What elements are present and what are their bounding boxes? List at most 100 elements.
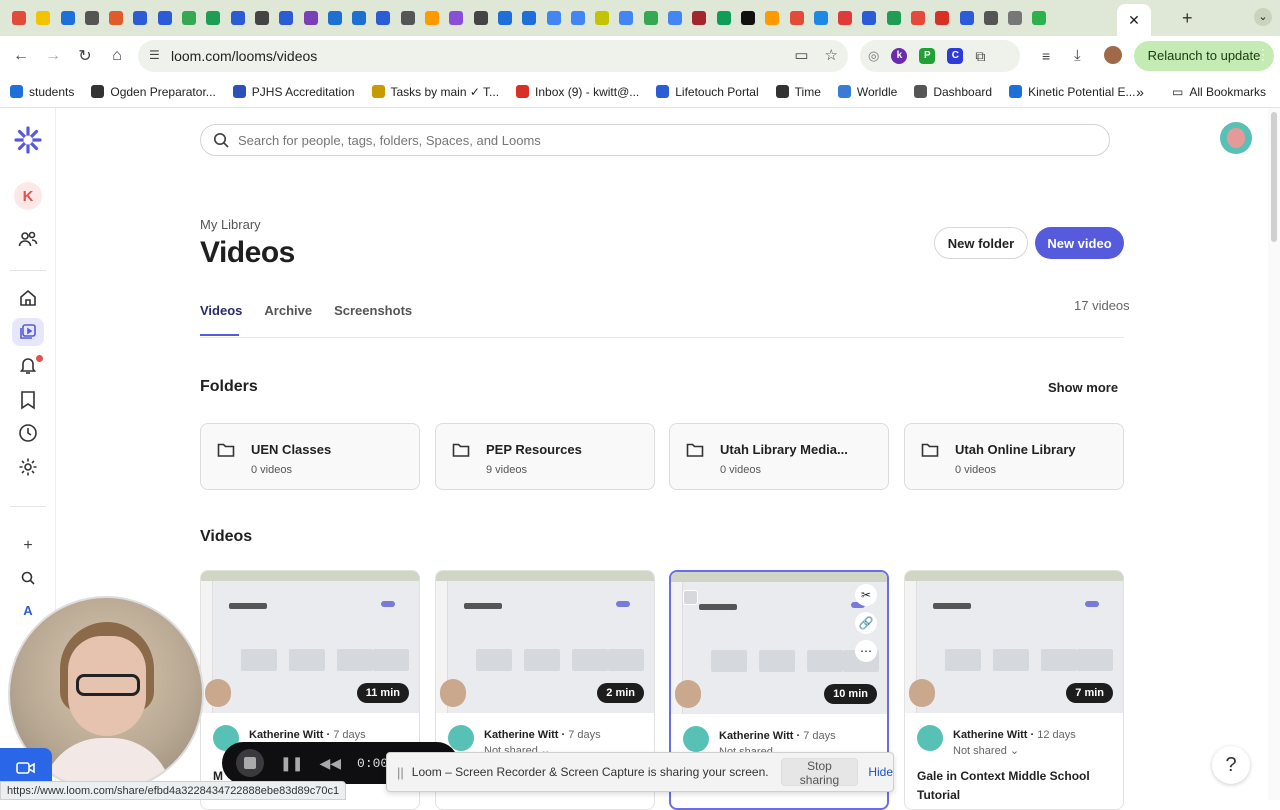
download-icon[interactable]: ⤓ [1074,47,1081,64]
folder-card[interactable]: Utah Online Library 0 videos [904,423,1124,490]
tab-favicon-icon[interactable] [376,11,391,25]
back-icon[interactable]: ← [8,43,34,69]
hide-sharing-bar-link[interactable]: Hide [868,765,893,779]
chevron-right-icon[interactable]: » [1136,84,1144,100]
show-more-button[interactable]: Show more [1048,380,1118,395]
sharing-status[interactable]: Not shared ⌄ [953,744,1019,757]
tab-favicon-icon[interactable] [133,11,148,25]
home-nav-icon[interactable] [16,286,40,310]
tab-favicon-icon[interactable] [886,11,901,25]
tab-favicon-icon[interactable] [327,11,342,25]
pause-icon[interactable]: ❚❚ [280,755,303,772]
select-video-checkbox[interactable] [683,590,698,605]
tab-archive[interactable]: Archive [264,303,312,318]
video-thumbnail[interactable]: 11 min [201,571,419,713]
atlassian-icon[interactable]: A [16,598,40,622]
breadcrumb[interactable]: My Library [200,217,261,232]
bookmark-item[interactable]: Worldle [837,85,897,99]
notifications-bell-icon[interactable] [16,353,43,377]
search-input[interactable] [238,132,1038,148]
tab-favicon-icon[interactable] [157,11,172,25]
k-extension-icon[interactable]: k [891,48,908,64]
tab-favicon-icon[interactable] [206,11,221,25]
video-card[interactable]: 7 min Katherine Witt · 12 days Not shared … [904,570,1124,810]
tab-favicon-icon[interactable] [595,11,610,25]
tab-favicon-icon[interactable] [400,11,415,25]
help-button[interactable]: ? [1212,746,1250,784]
page-scrollbar[interactable] [1268,108,1280,800]
workspace-switcher[interactable]: K [14,182,42,210]
tab-favicon-icon[interactable] [303,11,318,25]
video-thumbnail[interactable]: 10 min ✂ 🔗 ⋯ [671,572,887,714]
site-info-icon[interactable]: ☰ [149,48,160,62]
folder-card[interactable]: PEP Resources 9 videos [435,423,655,490]
people-icon[interactable] [16,227,40,251]
tab-favicon-icon[interactable] [182,11,197,25]
tab-favicon-icon[interactable] [789,11,804,25]
relaunch-update-button[interactable]: Relaunch to update [1134,41,1274,71]
bookmark-item[interactable]: Dashboard [914,85,992,99]
tab-favicon-icon[interactable] [449,11,464,25]
tab-favicon-icon[interactable] [910,11,925,25]
puzzle-extensions-icon[interactable]: ⧉ [975,48,985,65]
settings-gear-icon[interactable] [16,455,40,479]
tab-favicon-icon[interactable] [230,11,245,25]
copy-link-icon[interactable]: 🔗 [855,612,877,634]
tab-favicon-icon[interactable] [12,11,26,25]
drag-handle-icon[interactable]: || [397,765,404,780]
add-icon[interactable]: + [16,534,40,558]
tab-favicon-icon[interactable] [36,11,51,25]
tab-favicon-icon[interactable] [959,11,974,25]
tab-search-icon[interactable]: ⌄ [1254,8,1272,26]
tab-favicon-icon[interactable] [813,11,828,25]
loom-logo-icon[interactable] [14,126,42,154]
tab-favicon-icon[interactable] [862,11,877,25]
all-bookmarks-button[interactable]: » ▭ All Bookmarks [1136,84,1266,100]
bookmark-star-icon[interactable]: ☆ [825,46,838,64]
search-nav-icon[interactable] [16,566,40,590]
close-tab-icon[interactable]: ✕ [1128,12,1140,29]
tab-favicon-icon[interactable] [740,11,755,25]
address-bar[interactable]: ☰ loom.com/looms/videos ▭ ☆ [138,40,848,72]
tab-favicon-icon[interactable] [109,11,124,25]
reload-icon[interactable]: ↻ [72,43,98,69]
tab-favicon-icon[interactable] [692,11,707,25]
home-icon[interactable]: ⌂ [104,43,130,69]
tab-favicon-icon[interactable] [716,11,731,25]
new-tab-icon[interactable]: + [1182,8,1193,29]
c-extension-icon[interactable]: C [947,48,964,64]
tab-favicon-icon[interactable] [570,11,585,25]
tab-favicon-icon[interactable] [497,11,512,25]
tab-favicon-icon[interactable] [1032,11,1047,25]
tab-favicon-icon[interactable] [254,11,269,25]
tab-favicon-icon[interactable] [60,11,75,25]
tab-favicon-icon[interactable] [619,11,634,25]
tab-favicon-icon[interactable] [279,11,294,25]
tab-favicon-icon[interactable] [935,11,950,25]
active-tab[interactable]: ✕ [1117,4,1151,36]
stop-sharing-button[interactable]: Stop sharing [780,758,859,787]
restart-icon[interactable]: ◀◀ [319,755,341,772]
tab-favicon-icon[interactable] [352,11,367,25]
bookmark-item[interactable]: Ogden Preparator... [91,85,216,99]
search-bar[interactable] [200,124,1110,156]
video-title[interactable]: Gale in Context Middle School Tutorial [917,767,1117,805]
camera-extension-icon[interactable]: ◎ [868,48,879,64]
tab-favicon-icon[interactable] [546,11,561,25]
tab-favicon-icon[interactable] [983,11,998,25]
bookmark-item[interactable]: Tasks by main ✓ T... [371,85,499,99]
video-thumbnail[interactable]: 2 min [436,571,654,713]
new-video-button[interactable]: New video [1035,227,1124,259]
tab-screenshots[interactable]: Screenshots [334,303,412,318]
history-clock-icon[interactable] [16,421,40,445]
video-camera-icon[interactable]: ▭ [794,46,808,64]
tab-videos[interactable]: Videos [200,303,242,336]
tab-favicon-icon[interactable] [522,11,537,25]
new-folder-button[interactable]: New folder [934,227,1028,259]
tab-favicon-icon[interactable] [643,11,658,25]
bookmark-item[interactable]: Lifetouch Portal [656,85,759,99]
folder-card[interactable]: UEN Classes 0 videos [200,423,420,490]
bookmark-item[interactable]: students [10,85,74,99]
bookmark-item[interactable]: PJHS Accreditation [232,85,355,99]
library-nav-icon[interactable] [12,318,44,346]
